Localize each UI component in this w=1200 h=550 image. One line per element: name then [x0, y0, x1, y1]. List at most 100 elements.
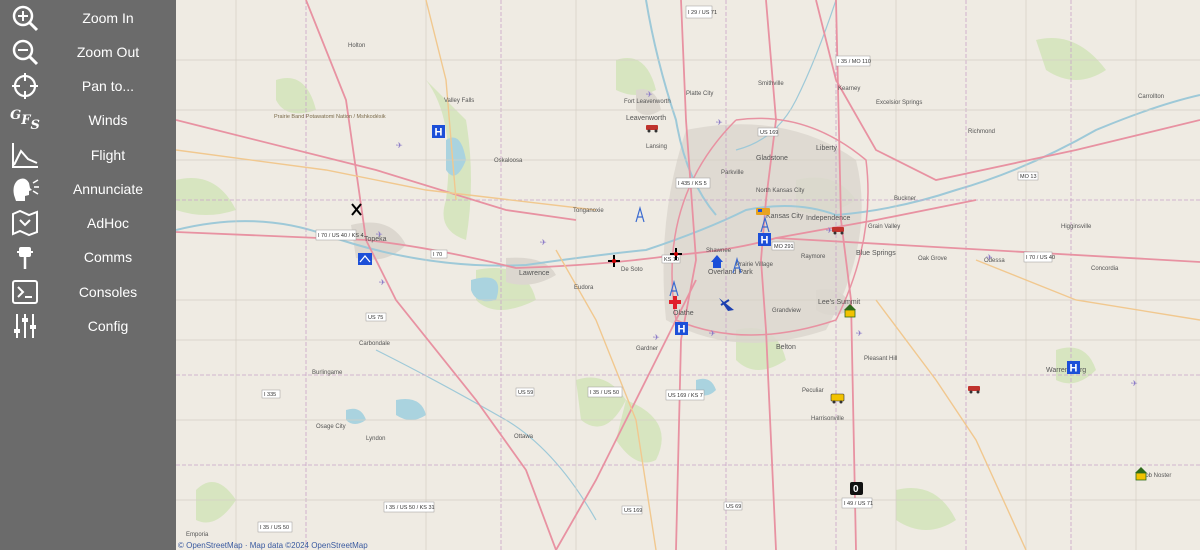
airport-icon: ✈: [709, 329, 716, 338]
svg-text:I 70 / US 40: I 70 / US 40: [1026, 255, 1055, 261]
svg-text:US 59: US 59: [518, 390, 533, 396]
annunciate-label: Annunciate: [72, 181, 144, 197]
antenna-icon: [10, 243, 40, 271]
airport-icon: ✈: [856, 329, 863, 338]
consoles-button[interactable]: Consoles: [0, 275, 176, 309]
label-leavenworth: Leavenworth: [626, 115, 666, 122]
winds-button[interactable]: GFS Winds: [0, 103, 176, 137]
zoom-in-icon: [10, 4, 40, 32]
shield-i35-us50b: I 35 / US 50: [257, 521, 293, 533]
svg-text:0: 0: [853, 484, 859, 495]
pan-to-button[interactable]: Pan to...: [0, 69, 176, 103]
label-excelsior-springs: Excelsior Springs: [876, 100, 922, 106]
label-tonganoxie: Tonganoxie: [573, 208, 604, 214]
airport-icon: ✈: [379, 278, 386, 287]
svg-text:H: H: [435, 127, 443, 139]
airport-icon: ✈: [653, 333, 660, 342]
label-smithville: Smithville: [758, 81, 784, 87]
label-higginsville: Higginsville: [1061, 224, 1092, 230]
zoom-out-icon: [10, 38, 40, 66]
hospital-marker[interactable]: H: [1067, 361, 1080, 375]
drone-marker[interactable]: [358, 253, 372, 265]
svg-text:I 435 / KS 5: I 435 / KS 5: [678, 181, 707, 187]
label-harrisonville: Harrisonville: [811, 416, 845, 422]
airport-icon: ✈: [396, 141, 403, 150]
label-lansing: Lansing: [646, 144, 667, 150]
adhoc-button[interactable]: AdHoc: [0, 206, 176, 240]
svg-text:US 75: US 75: [368, 315, 383, 321]
label-grandview: Grandview: [772, 308, 801, 314]
hospital-marker[interactable]: H: [432, 125, 445, 139]
label-buckner: Buckner: [894, 196, 916, 202]
svg-text:H: H: [1070, 363, 1078, 375]
label-carrollton: Carrollton: [1138, 94, 1164, 100]
label-overland-park: Overland Park: [708, 269, 753, 276]
hospital-marker[interactable]: H: [675, 322, 688, 336]
shield-i70: I 70: [430, 249, 448, 259]
airport-icon: ✈: [646, 90, 653, 99]
zoom-in-label: Zoom In: [82, 10, 134, 26]
label-concordia: Concordia: [1091, 266, 1119, 272]
label-kearney: Kearney: [838, 86, 860, 92]
svg-text:I 35 / MO 110: I 35 / MO 110: [838, 59, 871, 65]
label-lees-summit: Lee's Summit: [818, 299, 860, 306]
label-shawnee: Shawnee: [706, 248, 732, 254]
airport-icon: ✈: [540, 238, 547, 247]
label-platte-city: Platte City: [686, 91, 713, 97]
svg-text:US 169: US 169: [624, 508, 642, 514]
svg-text:I 49 / US 71: I 49 / US 71: [844, 501, 873, 507]
label-valley-falls: Valley Falls: [444, 98, 474, 104]
hospital-marker[interactable]: H: [758, 233, 771, 247]
label-eudora: Eudora: [574, 285, 594, 291]
map-canvas[interactable]: Topeka Lawrence Olathe Overland Park Ind…: [176, 0, 1200, 550]
map-attribution[interactable]: © OpenStreetMap · Map data ©2024 OpenStr…: [178, 541, 368, 550]
map-view[interactable]: Topeka Lawrence Olathe Overland Park Ind…: [176, 0, 1200, 550]
label-liberty: Liberty: [816, 145, 838, 152]
flight-button[interactable]: Flight: [0, 138, 176, 172]
annunciate-button[interactable]: Annunciate: [0, 172, 176, 206]
gfs-s: S: [30, 117, 40, 133]
svg-text:MO 13: MO 13: [1020, 174, 1037, 180]
svg-text:H: H: [678, 324, 686, 336]
svg-text:US 169 / KS 7: US 169 / KS 7: [668, 393, 703, 399]
shield-i335: I 335: [261, 389, 281, 399]
label-blue-springs: Blue Springs: [856, 250, 896, 257]
shield-i49: I 49 / US 71: [841, 497, 873, 509]
label-peculiar: Peculiar: [802, 388, 824, 394]
shield-us169: US 169: [757, 127, 778, 137]
label-gladstone: Gladstone: [756, 155, 788, 162]
flight-label: Flight: [90, 147, 126, 163]
label-lyndon: Lyndon: [366, 436, 385, 442]
label-raymore: Raymore: [801, 254, 826, 260]
sliders-icon: [10, 312, 40, 340]
svg-text:I 35 / US 50 / KS 31: I 35 / US 50 / KS 31: [386, 505, 435, 511]
count-badge[interactable]: 0: [850, 482, 863, 495]
comms-button[interactable]: Comms: [0, 240, 176, 274]
consoles-label: Consoles: [78, 284, 138, 300]
svg-text:I 335: I 335: [264, 392, 276, 398]
zoom-out-button[interactable]: Zoom Out: [0, 35, 176, 69]
label-olathe: Olathe: [673, 310, 694, 317]
label-emporia: Emporia: [186, 532, 209, 538]
zoom-out-label: Zoom Out: [76, 44, 140, 60]
svg-text:I 35 / US 50: I 35 / US 50: [260, 525, 289, 531]
vehicle-marker[interactable]: [756, 208, 770, 215]
flight-profile-icon: [10, 141, 40, 169]
shield-us169b: US 169: [621, 505, 642, 515]
label-warrensburg: Warrensburg: [1046, 367, 1086, 374]
label-de-soto: De Soto: [621, 267, 643, 273]
label-fort-leavenworth: Fort Leavenworth: [624, 99, 671, 105]
config-button[interactable]: Config: [0, 309, 176, 343]
shield-mo13: MO 13: [1017, 171, 1039, 181]
adhoc-map-icon: [10, 209, 40, 237]
svg-text:I 70 / US 40 / KS 4: I 70 / US 40 / KS 4: [318, 233, 364, 239]
winds-label: Winds: [88, 112, 128, 128]
zoom-in-button[interactable]: Zoom In: [0, 1, 176, 35]
label-gardner: Gardner: [636, 346, 658, 352]
label-kansas-city: Kansas City: [766, 213, 804, 220]
label-pleasant-hill: Pleasant Hill: [864, 356, 897, 362]
label-grain-valley: Grain Valley: [868, 224, 900, 230]
terminal-icon: [10, 278, 40, 306]
shield-i435: I 435 / KS 5: [675, 177, 711, 189]
label-prairie-village: Prairie Village: [736, 262, 774, 268]
